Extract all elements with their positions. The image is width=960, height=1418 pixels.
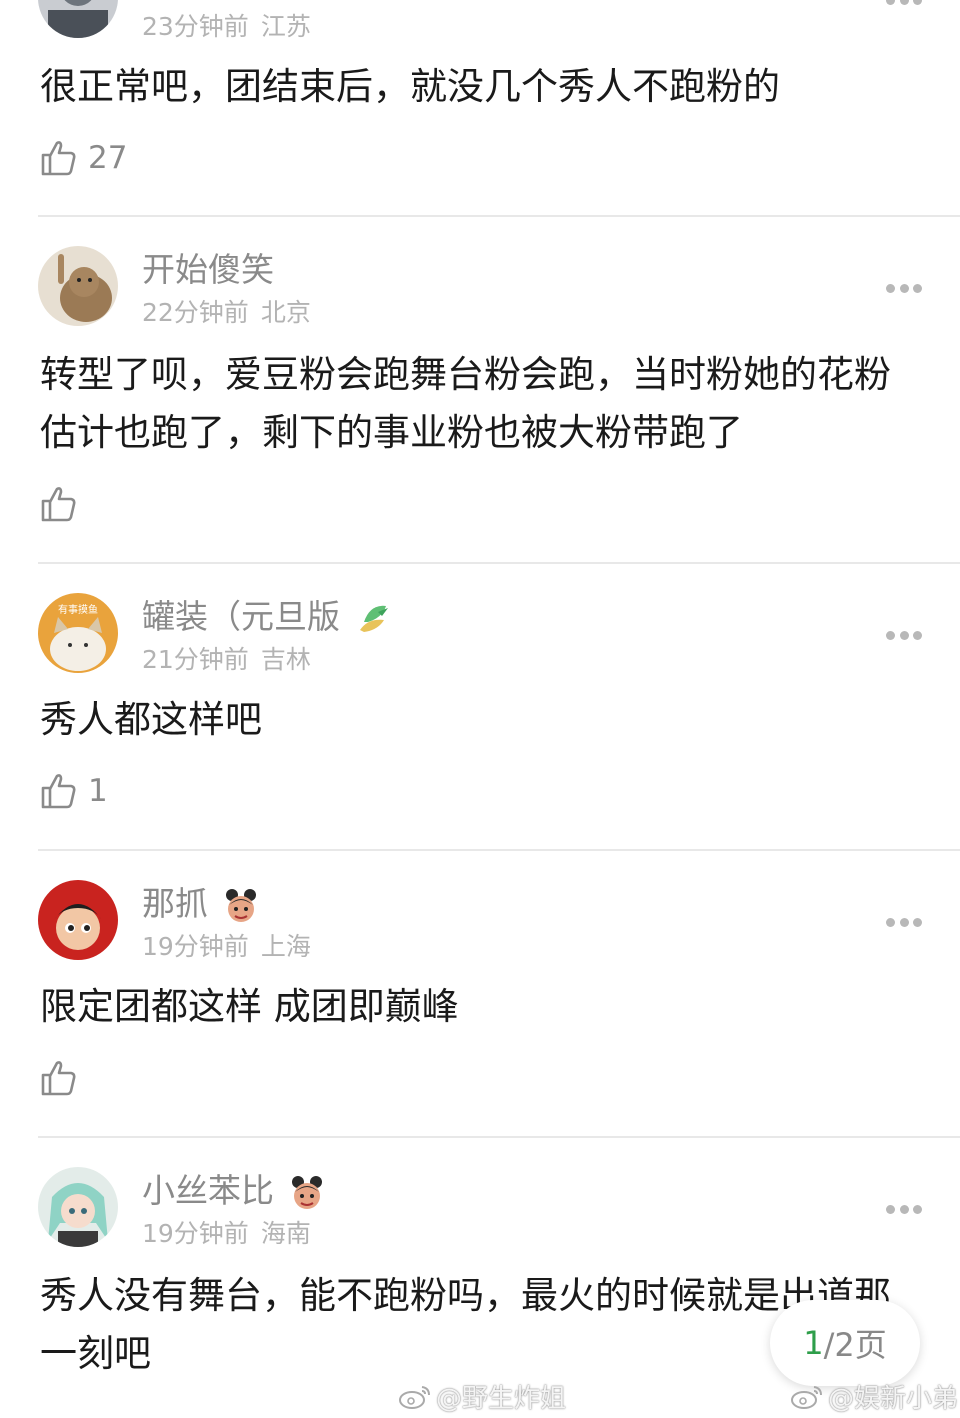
comment-meta: 19分钟前 海南 (142, 1219, 311, 1249)
comment-username[interactable]: 开始傻笑 (142, 250, 274, 290)
comment-meta: 21分钟前 吉林 (142, 645, 311, 675)
comment-time: 19分钟前 (142, 1219, 249, 1248)
comment-text: 很正常吧，团结束后，就没几个秀人不跑粉的 (40, 65, 780, 108)
comment-time: 22分钟前 (142, 298, 249, 327)
divider (38, 1136, 960, 1138)
divider (38, 849, 960, 851)
comment-username-text: 罐装（元旦版 (142, 597, 340, 636)
comment-location: 上海 (260, 932, 311, 961)
more-options-icon[interactable] (886, 916, 922, 928)
like-button[interactable] (40, 1058, 76, 1098)
comment-text: 转型了呗，爱豆粉会跑舞台粉会跑，当时粉她的花粉估计也跑了，剩下的事业粉也被大粉带… (40, 353, 891, 454)
thumbs-up-icon (41, 141, 76, 176)
watermark-text: @野生炸姐 (436, 1384, 567, 1414)
comment-meta: 19分钟前 上海 (142, 932, 311, 962)
current-page: 1 (803, 1324, 824, 1362)
page-total: /2页 (823, 1326, 887, 1364)
watermark-text: @娱新小弟 (828, 1384, 959, 1414)
comment-meta: 22分钟前 北京 (142, 298, 311, 328)
nezha-badge-icon (288, 1174, 326, 1212)
avatar[interactable]: 有事摸鱼 (38, 593, 118, 673)
bird-badge-icon (354, 600, 392, 638)
comment-username[interactable]: 罐装（元旦版 (142, 597, 392, 638)
comment-username-text: 那抓 (142, 884, 208, 923)
nezha-badge-icon (222, 887, 260, 925)
divider (38, 562, 960, 564)
more-options-icon[interactable] (886, 629, 922, 641)
like-count: 27 (88, 140, 128, 176)
comment-username[interactable]: 那抓 (142, 884, 260, 925)
thumbs-up-icon (41, 1061, 76, 1096)
page-indicator[interactable]: 1/2页 (770, 1300, 920, 1386)
comment-meta: 23分钟前 江苏 (142, 12, 311, 42)
divider (38, 215, 960, 217)
avatar[interactable] (38, 246, 118, 326)
thumbs-up-icon (41, 774, 76, 809)
comment-location: 吉林 (260, 645, 311, 674)
watermark: @野生炸姐 (398, 1378, 566, 1415)
comment-text: 秀人都这样吧 (40, 698, 262, 741)
like-button[interactable]: 1 (40, 771, 108, 811)
more-options-icon[interactable] (886, 1203, 922, 1215)
comment-text: 限定团都这样 成团即巅峰 (40, 985, 459, 1028)
comment-location: 江苏 (260, 12, 311, 41)
more-options-icon[interactable] (886, 0, 922, 6)
weibo-logo-icon (791, 1385, 822, 1409)
like-button[interactable]: 27 (40, 138, 127, 178)
comment-location: 北京 (260, 298, 311, 327)
avatar[interactable] (38, 1167, 118, 1247)
comment-location: 海南 (260, 1219, 311, 1248)
weibo-logo-icon (399, 1385, 430, 1409)
comment-username-text: 小丝苯比 (142, 1171, 274, 1210)
like-count: 1 (88, 773, 108, 809)
comment-time: 23分钟前 (142, 12, 249, 41)
avatar[interactable] (38, 880, 118, 960)
comment-username[interactable]: 小丝苯比 (142, 1171, 326, 1212)
comment-time: 19分钟前 (142, 932, 249, 961)
comment-time: 21分钟前 (142, 645, 249, 674)
avatar-caption: 有事摸鱼 (58, 603, 98, 616)
watermark: @娱新小弟 (790, 1378, 958, 1415)
like-button[interactable] (40, 484, 76, 524)
thumbs-up-icon (41, 487, 76, 522)
avatar[interactable] (38, 0, 118, 38)
more-options-icon[interactable] (886, 282, 922, 294)
